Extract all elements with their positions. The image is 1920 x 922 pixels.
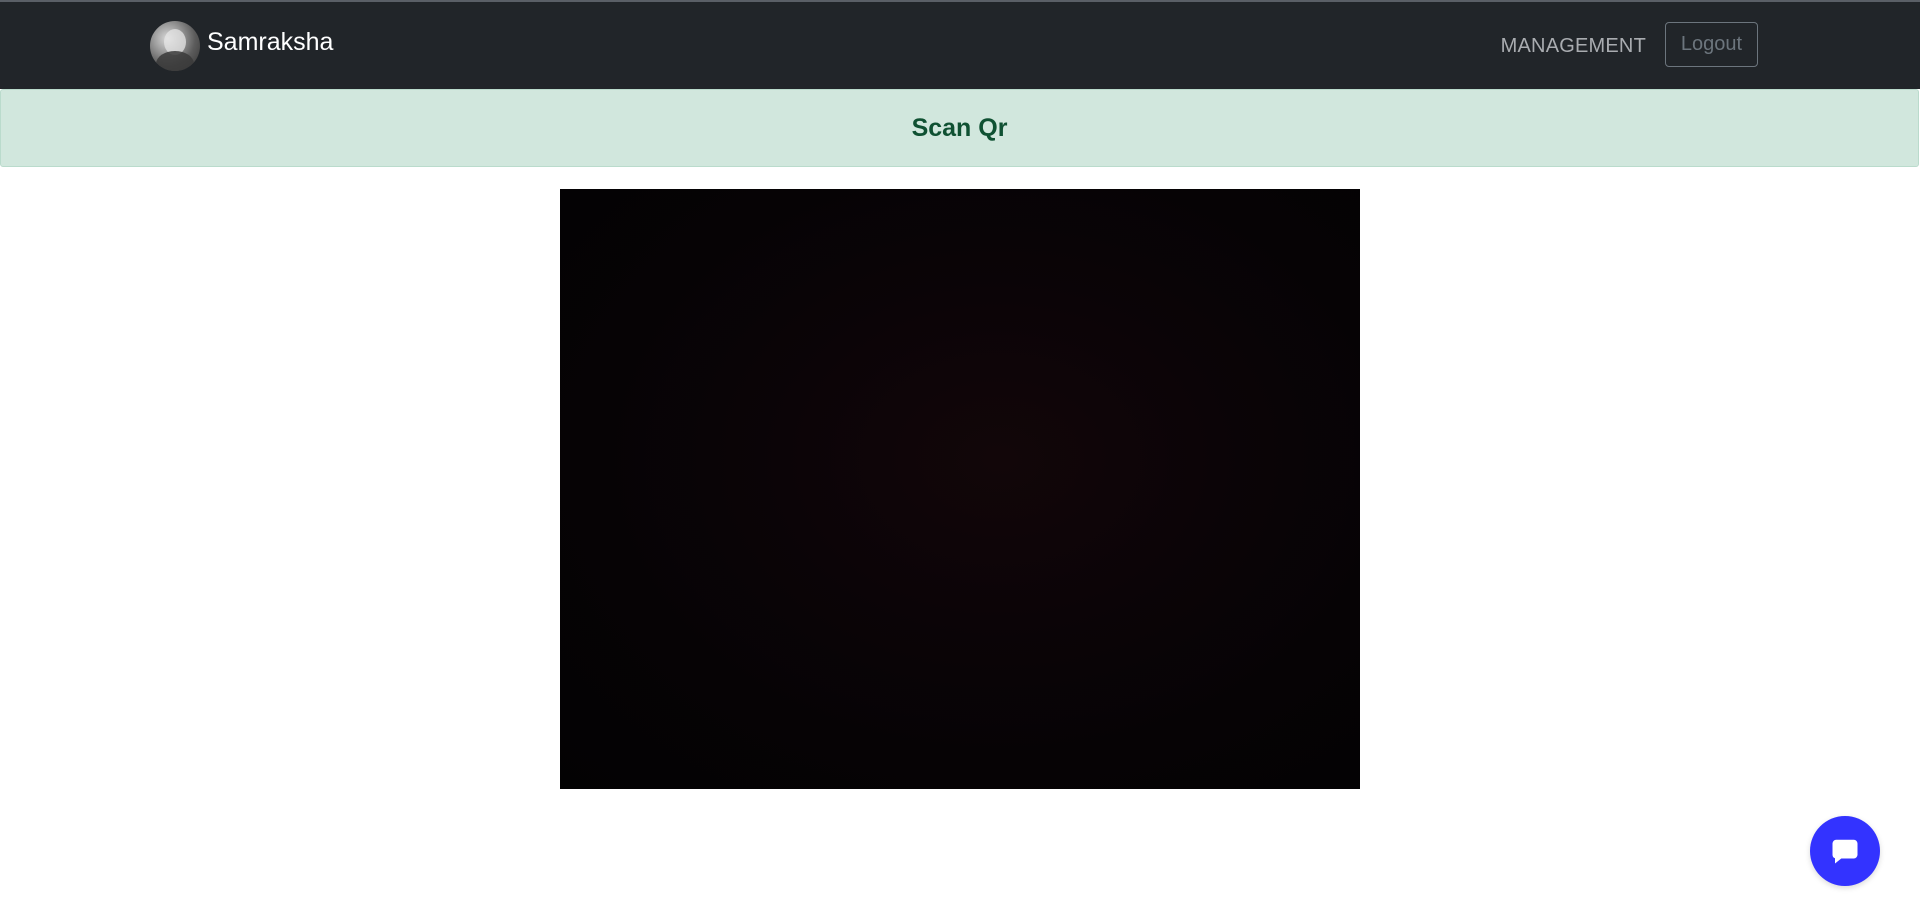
qr-scanner-video	[560, 189, 1360, 789]
top-navbar: Samraksha MANAGEMENT Logout	[0, 2, 1920, 89]
brand-avatar	[150, 21, 200, 71]
scan-qr-banner: Scan Qr	[0, 89, 1919, 167]
chat-bubble-icon	[1832, 839, 1858, 864]
brand-name: Samraksha	[207, 27, 334, 56]
nav-link-management[interactable]: MANAGEMENT	[1501, 35, 1646, 58]
logout-button[interactable]: Logout	[1665, 22, 1758, 67]
chat-button[interactable]	[1810, 816, 1880, 886]
page-title: Scan Qr	[911, 113, 1008, 142]
brand-link[interactable]: Samraksha	[150, 21, 333, 71]
